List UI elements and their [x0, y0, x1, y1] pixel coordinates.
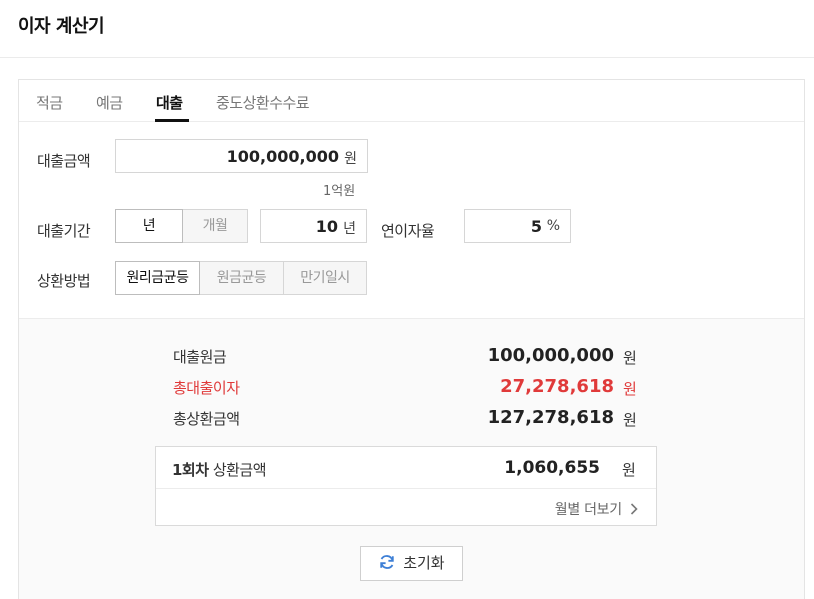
installment-unit: 원: [622, 461, 636, 479]
reset-button[interactable]: 초기화: [360, 546, 463, 581]
interest-rate-input[interactable]: 5 %: [464, 209, 571, 243]
installment-box: 1회차 상환금액 1,060,655 원 월별 더보기: [155, 446, 657, 526]
calculator-card: 적금 예금 대출 중도상환수수료 대출금액 100,000,000 원 1억원 …: [18, 79, 805, 599]
repayment-bullet-button[interactable]: 만기일시: [283, 261, 367, 295]
loan-period-unit: 년: [343, 221, 356, 237]
loan-period-value: 10: [315, 217, 338, 236]
monthly-more-link[interactable]: 월별 더보기: [555, 499, 638, 519]
installment-round: 1회차: [172, 461, 209, 479]
interest-rate-label: 연이자율: [381, 222, 435, 240]
title-divider: [0, 57, 814, 58]
tab-bar: 적금 예금 대출 중도상환수수료: [19, 80, 804, 122]
repayment-method-label: 상환방법: [37, 272, 91, 290]
installment-label: 1회차 상환금액: [172, 459, 267, 480]
loan-amount-label: 대출금액: [37, 152, 91, 170]
chevron-right-icon: [626, 502, 638, 518]
tab-prepayment-fee[interactable]: 중도상환수수료: [216, 92, 310, 113]
period-unit-month-button[interactable]: 개월: [182, 209, 248, 243]
tab-deposit[interactable]: 예금: [96, 92, 123, 113]
interest-rate-value: 5: [530, 217, 542, 236]
period-unit-year-button[interactable]: 년: [115, 209, 183, 243]
total-repayment-label: 총상환금액: [173, 410, 240, 428]
principal-unit: 원: [623, 349, 637, 367]
monthly-more-label: 월별 더보기: [554, 502, 622, 518]
loan-amount-hint: 1억원: [323, 184, 356, 199]
result-panel: 대출원금 100,000,000 원 총대출이자 27,278,618 원 총상…: [19, 318, 804, 599]
tab-loan[interactable]: 대출: [156, 92, 183, 113]
total-interest-label: 총대출이자: [173, 379, 240, 397]
interest-rate-unit: %: [546, 218, 560, 234]
page-title: 이자 계산기: [18, 16, 105, 37]
total-interest-unit: 원: [623, 380, 637, 398]
installment-label-text: 상환금액: [208, 461, 267, 479]
loan-amount-unit: 원: [344, 151, 357, 167]
loan-period-input[interactable]: 10 년: [260, 209, 367, 243]
tab-savings[interactable]: 적금: [36, 92, 63, 113]
total-repayment-value: 127,278,618: [487, 407, 614, 428]
loan-amount-input[interactable]: 100,000,000 원: [115, 139, 368, 173]
installment-value: 1,060,655: [504, 458, 600, 478]
principal-value: 100,000,000: [487, 345, 614, 366]
refresh-icon: [378, 554, 398, 572]
repayment-equal-installment-button[interactable]: 원리금균등: [115, 261, 200, 295]
loan-period-label: 대출기간: [37, 222, 91, 240]
total-interest-value: 27,278,618: [500, 376, 614, 397]
principal-label: 대출원금: [173, 348, 227, 366]
total-repayment-unit: 원: [623, 411, 637, 429]
repayment-equal-principal-button[interactable]: 원금균등: [199, 261, 284, 295]
installment-row: 1회차 상환금액 1,060,655 원: [156, 447, 656, 489]
reset-label: 초기화: [403, 554, 445, 572]
active-tab-indicator: [155, 119, 189, 122]
loan-amount-value: 100,000,000: [226, 147, 339, 166]
